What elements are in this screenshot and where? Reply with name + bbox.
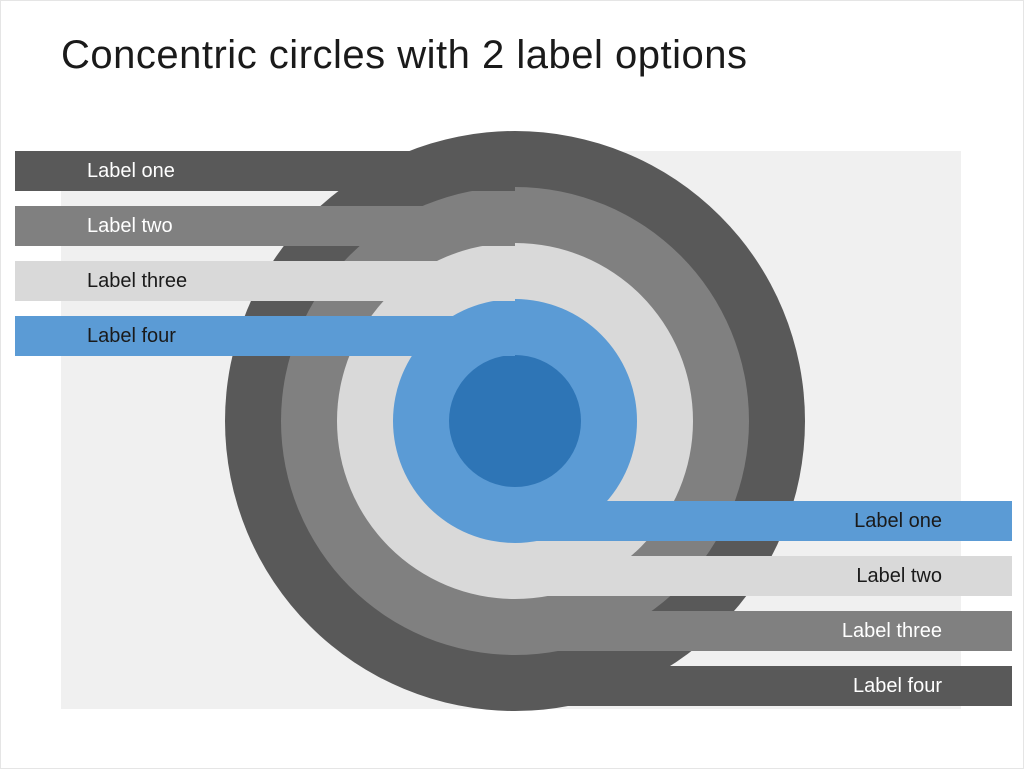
right-label-4: Label four bbox=[515, 666, 1012, 706]
slide-canvas: Concentric circles with 2 label options … bbox=[0, 0, 1024, 769]
left-label-1: Label one bbox=[15, 151, 515, 191]
ring-5 bbox=[449, 355, 581, 487]
right-label-2-text: Label two bbox=[856, 565, 942, 588]
left-label-2-text: Label two bbox=[87, 215, 173, 238]
right-label-4-text: Label four bbox=[853, 675, 942, 698]
left-label-4: Label four bbox=[15, 316, 515, 356]
right-label-3-text: Label three bbox=[842, 620, 942, 643]
left-label-1-text: Label one bbox=[87, 160, 175, 183]
slide-title: Concentric circles with 2 label options bbox=[61, 33, 747, 78]
left-label-2: Label two bbox=[15, 206, 515, 246]
left-label-4-text: Label four bbox=[87, 325, 176, 348]
right-label-1-text: Label one bbox=[854, 510, 942, 533]
right-label-3: Label three bbox=[515, 611, 1012, 651]
right-label-2: Label two bbox=[515, 556, 1012, 596]
left-label-3-text: Label three bbox=[87, 270, 187, 293]
left-label-3: Label three bbox=[15, 261, 515, 301]
right-label-1: Label one bbox=[515, 501, 1012, 541]
